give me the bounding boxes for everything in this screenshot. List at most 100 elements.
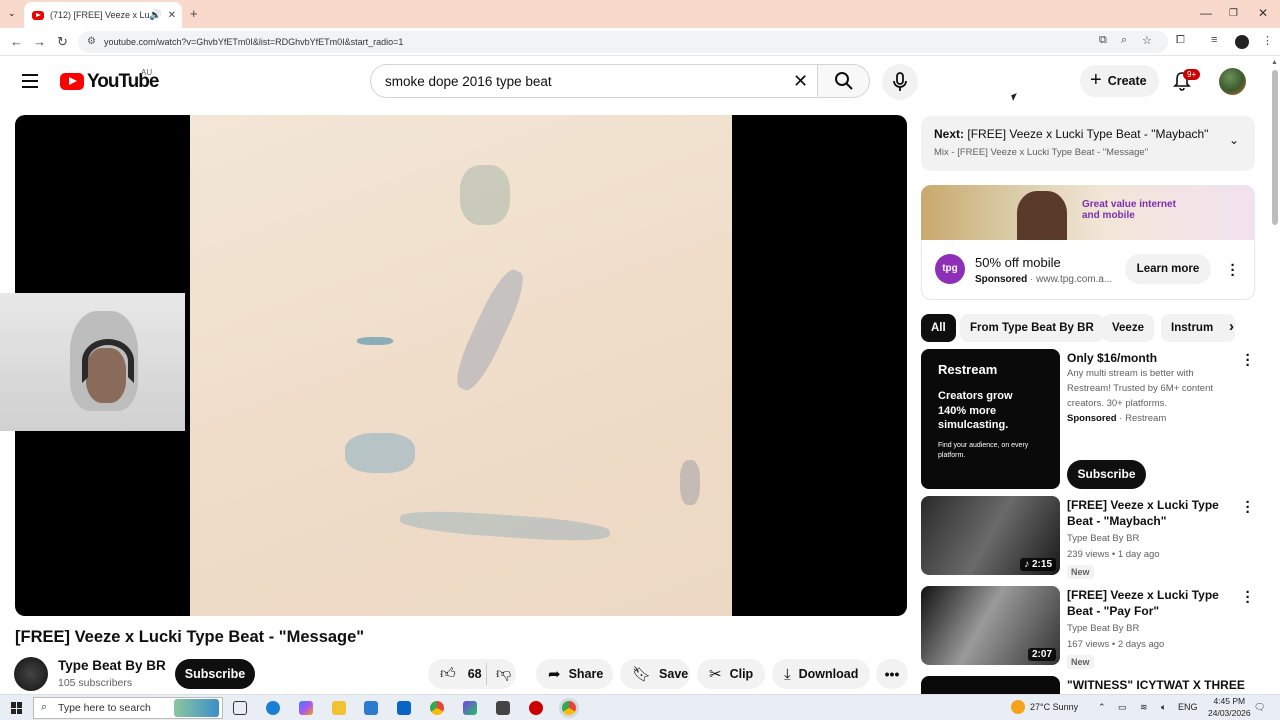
account-avatar[interactable] <box>1219 68 1246 95</box>
share-button[interactable]: ➦ Share <box>536 659 613 689</box>
extensions-icon[interactable]: ⧠ <box>1176 34 1185 47</box>
install-icon[interactable]: ⧉ <box>1099 34 1107 47</box>
related-more-icon[interactable]: · · · <box>1243 585 1253 610</box>
app-icon[interactable] <box>529 701 543 715</box>
share-label: Share <box>568 667 604 681</box>
chip-veeze[interactable]: Veeze <box>1102 314 1154 342</box>
new-badge: New <box>1067 565 1094 579</box>
url-field[interactable]: ⚙ youtube.com/watch?v=GhvbYfETm0I&list=R… <box>78 31 1168 53</box>
chevron-right-icon[interactable]: › <box>1229 318 1234 335</box>
task-view-icon[interactable] <box>233 701 247 715</box>
restream-ad-title[interactable]: Only $16/month <box>1067 350 1239 366</box>
taskbar-search-input[interactable]: ⌕ Type here to search <box>33 697 223 719</box>
weather-text[interactable]: 27°C Sunny <box>1030 702 1078 712</box>
playlist-next-panel[interactable]: Next: [FREE] Veeze x Lucki Type Beat - "… <box>921 116 1255 171</box>
notification-center-icon[interactable]: 🗨︎ <box>1254 702 1265 713</box>
media-icon[interactable]: ≡ <box>1211 34 1217 46</box>
menu-icon[interactable]: ⋮ <box>1262 34 1273 47</box>
video-frame <box>190 115 732 616</box>
chip-from-channel[interactable]: From Type Beat By BR <box>960 314 1104 342</box>
scrollbar[interactable] <box>1272 70 1278 225</box>
close-window-icon[interactable]: ✕ <box>1258 6 1268 20</box>
store-icon[interactable] <box>364 701 378 715</box>
more-actions-button[interactable]: ••• <box>876 659 908 689</box>
chip-instrumental[interactable]: Instrum <box>1161 314 1235 342</box>
chip-all[interactable]: All <box>921 314 956 342</box>
app-icon[interactable] <box>496 701 510 715</box>
thumbs-down-icon[interactable]: 👎︎ <box>496 665 511 683</box>
channel-name[interactable]: Type Beat By BR <box>58 658 166 673</box>
speaker-icon[interactable]: 🔊 <box>149 10 161 21</box>
restream-more-icon[interactable]: · · · <box>1243 348 1253 373</box>
windows-start-icon[interactable] <box>11 702 23 714</box>
save-button[interactable]: 🔖︎ Save <box>620 659 690 689</box>
restream-ad-meta: Sponsored · Restream <box>1067 413 1167 424</box>
related-thumbnail[interactable]: ♪ 2:15 <box>921 496 1060 575</box>
youtube-favicon-icon <box>32 10 44 20</box>
restream-ad-thumbnail[interactable]: Restream Creators grow 140% more simulca… <box>921 349 1060 489</box>
zoom-icon[interactable]: ⌕ <box>1121 34 1127 47</box>
search-input[interactable]: smoke dope 2016 type beat <box>370 64 818 98</box>
restream-sponsored: Sponsored <box>1067 413 1117 424</box>
like-count: 68 <box>467 667 482 681</box>
clear-search-icon[interactable]: ✕ <box>793 71 808 92</box>
related-title[interactable]: "WITNESS" ICYTWAT X THREE 6 <box>1067 677 1247 693</box>
profile-icon[interactable] <box>1235 35 1249 49</box>
tray-chevron-icon[interactable]: ⌃ <box>1098 702 1106 713</box>
minimize-icon[interactable]: — <box>1200 6 1212 20</box>
ad-more-icon[interactable]: · · · <box>1228 258 1238 283</box>
create-button[interactable]: + Create <box>1080 65 1159 97</box>
reload-icon[interactable]: ↻ <box>57 34 68 50</box>
video-duration: 2:07 <box>1027 648 1056 661</box>
app-icon[interactable] <box>463 701 477 715</box>
learn-more-button[interactable]: Learn more <box>1125 254 1211 284</box>
notifications-badge: 9+ <box>1183 69 1201 80</box>
ad-banner-image[interactable]: Great value internet and mobile <box>921 185 1255 240</box>
back-icon[interactable]: ← <box>10 34 23 49</box>
chrome-active-icon[interactable] <box>562 701 576 715</box>
maximize-icon[interactable]: ❐ <box>1229 8 1238 19</box>
ad-banner-text-2: and mobile <box>1082 210 1135 221</box>
related-thumbnail[interactable]: 2:07 <box>921 586 1060 665</box>
new-tab-icon[interactable]: + <box>190 6 198 21</box>
close-tab-icon[interactable]: ✕ <box>168 10 176 21</box>
related-title[interactable]: [FREE] Veeze x Lucki Type Beat - "Pay Fo… <box>1067 587 1239 619</box>
related-more-icon[interactable]: · · · <box>1243 495 1253 520</box>
copilot-icon[interactable] <box>299 701 313 715</box>
related-meta: 239 views • 1 day ago <box>1067 549 1160 560</box>
advertiser-logo[interactable]: tpg <box>935 254 965 284</box>
site-info-icon[interactable]: ⚙ <box>87 36 96 47</box>
system-clock[interactable]: 4:45 PM 24/03/2026 <box>1208 695 1251 719</box>
chevron-down-icon[interactable]: ⌄ <box>1229 133 1239 147</box>
browser-tab[interactable]: (712) [FREE] Veeze x Lucki T 🔊 ✕ <box>24 2 182 28</box>
channel-avatar[interactable] <box>14 657 48 691</box>
bookmark-star-icon[interactable]: ☆ <box>1142 34 1152 47</box>
related-title[interactable]: [FREE] Veeze x Lucki Type Beat - "Maybac… <box>1067 497 1239 529</box>
scroll-up-icon[interactable]: ▲ <box>1271 59 1278 66</box>
related-channel[interactable]: Type Beat By BR <box>1067 621 1139 636</box>
download-button[interactable]: ⤓ Download <box>772 659 870 689</box>
search-button[interactable] <box>817 64 870 98</box>
clip-button[interactable]: ✂ Clip <box>697 659 765 689</box>
language-indicator[interactable]: ENG <box>1178 702 1198 712</box>
wifi-icon[interactable]: ≋ <box>1140 702 1148 713</box>
ad-meta: Sponsored · www.tpg.com.a... <box>975 274 1113 285</box>
ad-title[interactable]: 50% off mobile <box>975 255 1061 270</box>
network-icon[interactable]: ▭ <box>1118 702 1127 713</box>
mail-icon[interactable] <box>397 701 411 715</box>
youtube-logo-icon[interactable] <box>60 73 84 90</box>
file-explorer-icon[interactable] <box>332 701 346 715</box>
tab-list-icon[interactable]: ⌄ <box>8 8 16 19</box>
subscribe-button[interactable]: Subscribe <box>175 659 255 689</box>
restream-advertiser: Restream <box>1125 413 1167 424</box>
volume-icon[interactable]: 🔈︎ <box>1161 702 1166 713</box>
voice-search-button[interactable] <box>882 64 918 100</box>
chrome-icon[interactable] <box>430 701 444 715</box>
forward-icon[interactable]: → <box>33 34 46 49</box>
related-channel[interactable]: Type Beat By BR <box>1067 531 1139 546</box>
restream-subscribe-button[interactable]: Subscribe <box>1067 460 1146 489</box>
guide-menu-icon[interactable] <box>22 74 38 88</box>
edge-browser-icon[interactable] <box>266 701 280 715</box>
related-thumbnail[interactable] <box>921 676 1060 694</box>
thumbs-up-icon: 👍︎ <box>440 665 456 682</box>
